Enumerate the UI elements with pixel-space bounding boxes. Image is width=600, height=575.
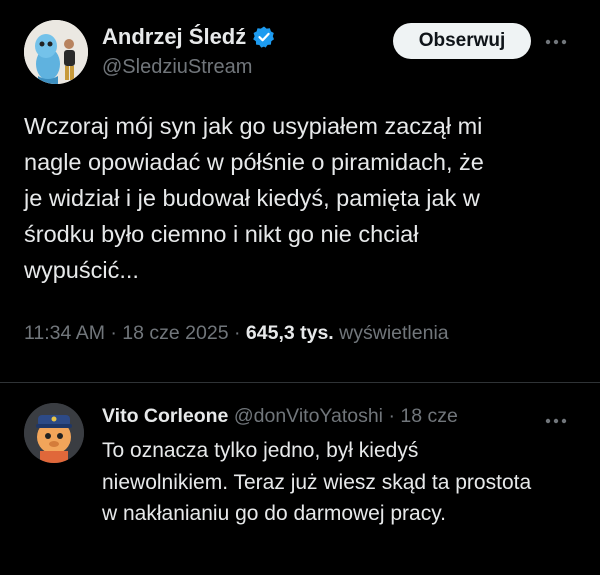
author-handle[interactable]: @SledziuStream [102, 56, 252, 79]
views-label: wyświetlenia [339, 322, 449, 344]
reply-tweet: Vito Corleone @donVitoYatoshi · 18 cze T… [0, 383, 600, 575]
author-name-row: Andrzej Śledź [102, 24, 276, 50]
reply-text: To oznacza tylko jedno, był kiedyś niewo… [102, 439, 532, 525]
tweet-time[interactable]: 11:34 AM [24, 322, 105, 344]
author-avatar[interactable] [24, 20, 88, 84]
meta-separator: · [233, 322, 241, 344]
tweet-meta: 11:34 AM · 18 cze 2025 · 645,3 tys. wyśw… [24, 322, 449, 345]
author-name[interactable]: Andrzej Śledź [102, 24, 246, 50]
reply-header: Vito Corleone @donVitoYatoshi · 18 cze [102, 405, 458, 428]
reply-avatar[interactable] [24, 403, 84, 463]
reply-author-handle[interactable]: @donVitoYatoshi [234, 405, 383, 427]
meta-separator: · [110, 322, 117, 344]
reply-date[interactable]: 18 cze [400, 405, 457, 427]
avatar-image [24, 20, 88, 84]
views-count[interactable]: 645,3 tys. [246, 322, 334, 344]
reply-avatar-image [24, 403, 84, 463]
verified-badge-icon [252, 25, 276, 49]
reply-separator: · [388, 405, 395, 427]
reply-more-options-icon[interactable] [541, 411, 571, 431]
main-tweet: Andrzej Śledź @SledziuStream Obserwuj Wc… [0, 0, 600, 382]
more-options-icon[interactable] [541, 32, 571, 52]
tweet-text: Wczoraj mój syn jak go usypiałem zaczął … [24, 113, 484, 283]
reply-author-name[interactable]: Vito Corleone [102, 405, 228, 427]
tweet-date[interactable]: 18 cze 2025 [122, 322, 228, 344]
follow-button[interactable]: Obserwuj [393, 23, 531, 59]
